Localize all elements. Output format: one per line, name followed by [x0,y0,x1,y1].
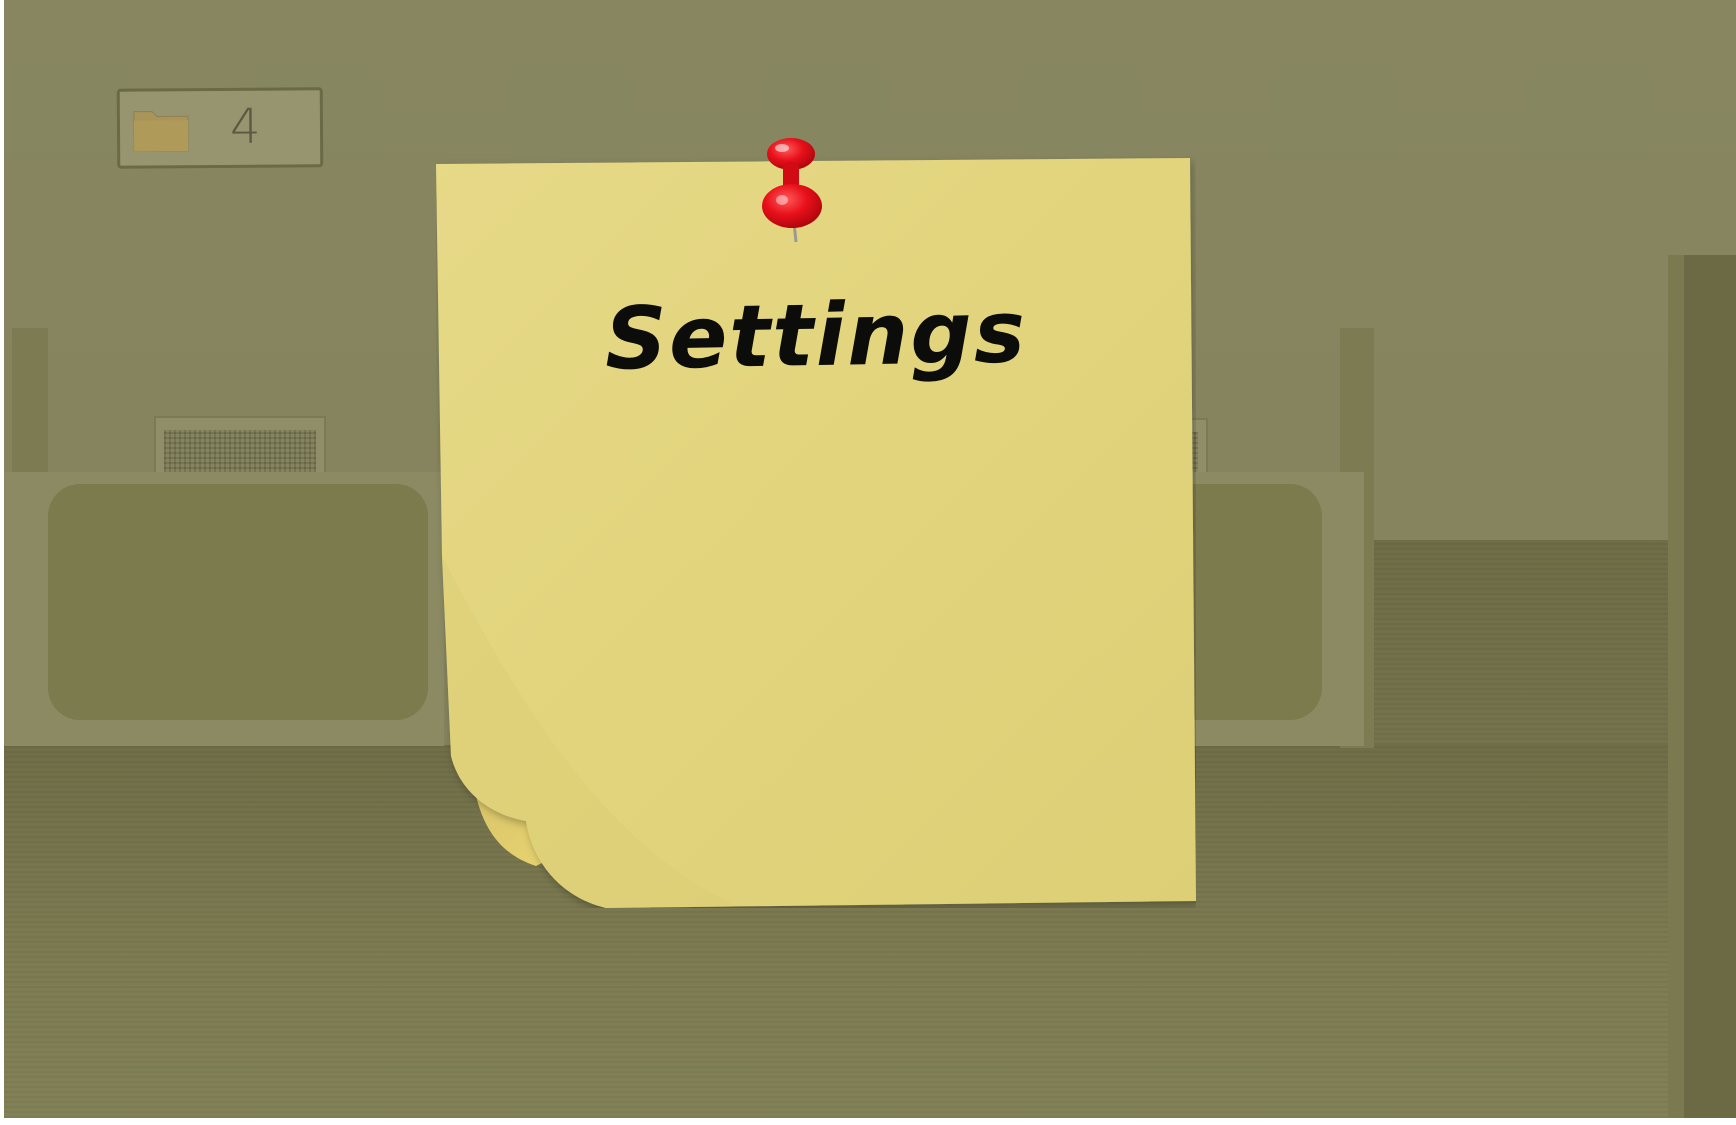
door-frame [1668,255,1684,1118]
folder-icon [133,110,189,153]
floor-back [1370,540,1670,750]
folder-counter[interactable]: 4 [116,87,324,169]
left-desk-drawer [48,484,428,720]
settings-note[interactable]: Settings [436,156,1196,908]
office-scene: 4 Settings [4,0,1736,1118]
left-partition-post [12,328,48,478]
door[interactable] [1684,255,1736,1118]
folder-count: 4 [229,98,261,155]
note-title: Settings [604,282,1028,390]
left-monitor [154,416,326,476]
sticky-note-paper [436,158,1196,908]
pushpin-icon [762,138,822,243]
